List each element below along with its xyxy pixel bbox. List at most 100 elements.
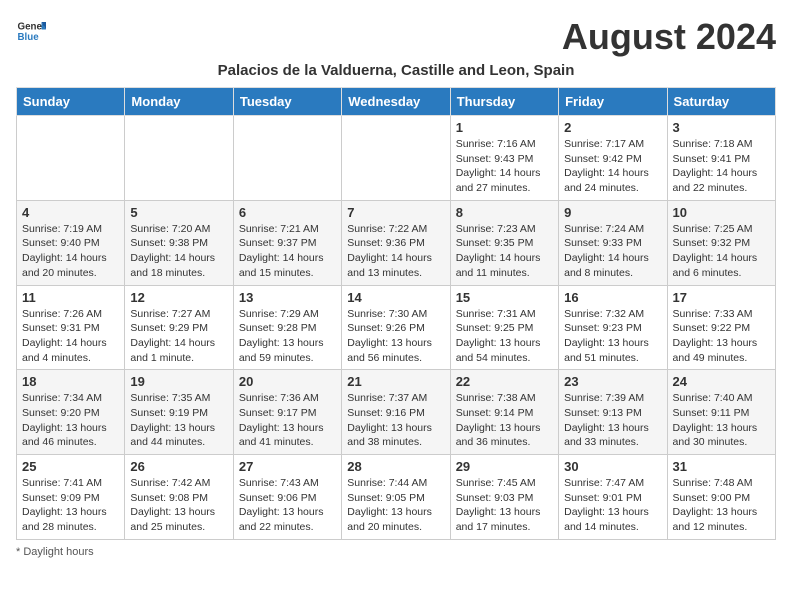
header-cell-monday: Monday [125, 88, 233, 116]
day-number: 15 [456, 290, 553, 305]
day-info: Sunrise: 7:24 AMSunset: 9:33 PMDaylight:… [564, 222, 661, 281]
day-info: Sunrise: 7:16 AMSunset: 9:43 PMDaylight:… [456, 137, 553, 196]
calendar-week-3: 18 Sunrise: 7:34 AMSunset: 9:20 PMDayligh… [17, 370, 776, 455]
footer-note: * Daylight hours [16, 546, 776, 558]
calendar-cell: 2 Sunrise: 7:17 AMSunset: 9:42 PMDaylight… [559, 116, 667, 201]
calendar-header: SundayMondayTuesdayWednesdayThursdayFrid… [17, 88, 776, 116]
calendar-week-1: 4 Sunrise: 7:19 AMSunset: 9:40 PMDaylight… [17, 200, 776, 285]
calendar-cell: 8Sunrise: 7:23 AMSunset: 9:35 PMDaylight… [450, 200, 558, 285]
day-info: Sunrise: 7:40 AMSunset: 9:11 PMDaylight:… [673, 391, 770, 450]
title-section: August 2024 [562, 16, 776, 58]
day-info: Sunrise: 7:22 AMSunset: 9:36 PMDaylight:… [347, 222, 444, 281]
day-number: 14 [347, 290, 444, 305]
day-number: 30 [564, 459, 661, 474]
day-number: 12 [130, 290, 227, 305]
calendar-cell [17, 116, 125, 201]
day-number: 7 [347, 205, 444, 220]
day-info: Sunrise: 7:47 AMSunset: 9:01 PMDaylight:… [564, 476, 661, 535]
calendar-cell: 24Sunrise: 7:40 AMSunset: 9:11 PMDayligh… [667, 370, 775, 455]
calendar-cell: 27Sunrise: 7:43 AMSunset: 9:06 PMDayligh… [233, 455, 341, 540]
day-info: Sunrise: 7:32 AMSunset: 9:23 PMDaylight:… [564, 307, 661, 366]
day-info: Sunrise: 7:38 AMSunset: 9:14 PMDaylight:… [456, 391, 553, 450]
day-info: Sunrise: 7:45 AMSunset: 9:03 PMDaylight:… [456, 476, 553, 535]
day-info: Sunrise: 7:42 AMSunset: 9:08 PMDaylight:… [130, 476, 227, 535]
day-number: 2 [564, 120, 661, 135]
calendar-cell [125, 116, 233, 201]
calendar-cell: 18 Sunrise: 7:34 AMSunset: 9:20 PMDayligh… [17, 370, 125, 455]
calendar-cell: 12 Sunrise: 7:27 AMSunset: 9:29 PMDayligh… [125, 285, 233, 370]
calendar-cell: 17 Sunrise: 7:33 AMSunset: 9:22 PMDayligh… [667, 285, 775, 370]
calendar-week-4: 25Sunrise: 7:41 AMSunset: 9:09 PMDayligh… [17, 455, 776, 540]
day-number: 28 [347, 459, 444, 474]
day-number: 11 [22, 290, 119, 305]
calendar-cell: 6Sunrise: 7:21 AMSunset: 9:37 PMDaylight… [233, 200, 341, 285]
logo: General Blue [16, 16, 46, 46]
day-number: 1 [456, 120, 553, 135]
calendar-cell: 25Sunrise: 7:41 AMSunset: 9:09 PMDayligh… [17, 455, 125, 540]
header-cell-tuesday: Tuesday [233, 88, 341, 116]
calendar-cell [233, 116, 341, 201]
calendar-cell: 16 Sunrise: 7:32 AMSunset: 9:23 PMDayligh… [559, 285, 667, 370]
day-number: 25 [22, 459, 119, 474]
header-cell-saturday: Saturday [667, 88, 775, 116]
calendar-cell: 15 Sunrise: 7:31 AMSunset: 9:25 PMDayligh… [450, 285, 558, 370]
calendar-cell: 9 Sunrise: 7:24 AMSunset: 9:33 PMDaylight… [559, 200, 667, 285]
header-cell-wednesday: Wednesday [342, 88, 450, 116]
calendar-cell: 20Sunrise: 7:36 AMSunset: 9:17 PMDayligh… [233, 370, 341, 455]
day-number: 5 [130, 205, 227, 220]
calendar-cell: 19 Sunrise: 7:35 AMSunset: 9:19 PMDayligh… [125, 370, 233, 455]
calendar-body: 1 Sunrise: 7:16 AMSunset: 9:43 PMDaylight… [17, 116, 776, 540]
day-number: 23 [564, 374, 661, 389]
calendar-cell: 5 Sunrise: 7:20 AMSunset: 9:38 PMDaylight… [125, 200, 233, 285]
header-cell-friday: Friday [559, 88, 667, 116]
day-info: Sunrise: 7:27 AMSunset: 9:29 PMDaylight:… [130, 307, 227, 366]
calendar-title: August 2024 [562, 16, 776, 58]
calendar-cell: 29Sunrise: 7:45 AMSunset: 9:03 PMDayligh… [450, 455, 558, 540]
day-info: Sunrise: 7:48 AMSunset: 9:00 PMDaylight:… [673, 476, 770, 535]
calendar-cell [342, 116, 450, 201]
calendar-cell: 22 Sunrise: 7:38 AMSunset: 9:14 PMDayligh… [450, 370, 558, 455]
subtitle: Palacios de la Valduerna, Castille and L… [16, 62, 776, 79]
day-number: 9 [564, 205, 661, 220]
calendar-cell: 13Sunrise: 7:29 AMSunset: 9:28 PMDayligh… [233, 285, 341, 370]
calendar-cell: 31 Sunrise: 7:48 AMSunset: 9:00 PMDayligh… [667, 455, 775, 540]
calendar-cell: 10Sunrise: 7:25 AMSunset: 9:32 PMDayligh… [667, 200, 775, 285]
calendar-cell: 7 Sunrise: 7:22 AMSunset: 9:36 PMDaylight… [342, 200, 450, 285]
day-number: 16 [564, 290, 661, 305]
day-info: Sunrise: 7:23 AMSunset: 9:35 PMDaylight:… [456, 222, 553, 281]
calendar-cell: 23Sunrise: 7:39 AMSunset: 9:13 PMDayligh… [559, 370, 667, 455]
calendar-cell: 21Sunrise: 7:37 AMSunset: 9:16 PMDayligh… [342, 370, 450, 455]
calendar-cell: 28Sunrise: 7:44 AMSunset: 9:05 PMDayligh… [342, 455, 450, 540]
day-info: Sunrise: 7:17 AMSunset: 9:42 PMDaylight:… [564, 137, 661, 196]
day-info: Sunrise: 7:20 AMSunset: 9:38 PMDaylight:… [130, 222, 227, 281]
header-row: SundayMondayTuesdayWednesdayThursdayFrid… [17, 88, 776, 116]
day-number: 4 [22, 205, 119, 220]
footer-label: Daylight hours [23, 546, 93, 558]
day-number: 31 [673, 459, 770, 474]
day-info: Sunrise: 7:33 AMSunset: 9:22 PMDaylight:… [673, 307, 770, 366]
day-number: 6 [239, 205, 336, 220]
day-info: Sunrise: 7:19 AMSunset: 9:40 PMDaylight:… [22, 222, 119, 281]
day-info: Sunrise: 7:34 AMSunset: 9:20 PMDaylight:… [22, 391, 119, 450]
calendar-week-0: 1 Sunrise: 7:16 AMSunset: 9:43 PMDaylight… [17, 116, 776, 201]
day-number: 17 [673, 290, 770, 305]
header-cell-thursday: Thursday [450, 88, 558, 116]
day-info: Sunrise: 7:35 AMSunset: 9:19 PMDaylight:… [130, 391, 227, 450]
day-number: 18 [22, 374, 119, 389]
day-number: 20 [239, 374, 336, 389]
header-cell-sunday: Sunday [17, 88, 125, 116]
calendar-cell: 30 Sunrise: 7:47 AMSunset: 9:01 PMDayligh… [559, 455, 667, 540]
calendar-cell: 14 Sunrise: 7:30 AMSunset: 9:26 PMDayligh… [342, 285, 450, 370]
day-info: Sunrise: 7:25 AMSunset: 9:32 PMDaylight:… [673, 222, 770, 281]
day-info: Sunrise: 7:29 AMSunset: 9:28 PMDaylight:… [239, 307, 336, 366]
day-info: Sunrise: 7:30 AMSunset: 9:26 PMDaylight:… [347, 307, 444, 366]
logo-icon: General Blue [16, 16, 46, 46]
calendar-week-2: 11Sunrise: 7:26 AMSunset: 9:31 PMDayligh… [17, 285, 776, 370]
calendar-table: SundayMondayTuesdayWednesdayThursdayFrid… [16, 87, 776, 540]
day-number: 19 [130, 374, 227, 389]
day-number: 22 [456, 374, 553, 389]
day-number: 27 [239, 459, 336, 474]
calendar-cell: 3Sunrise: 7:18 AMSunset: 9:41 PMDaylight… [667, 116, 775, 201]
svg-text:Blue: Blue [18, 32, 40, 43]
day-info: Sunrise: 7:31 AMSunset: 9:25 PMDaylight:… [456, 307, 553, 366]
